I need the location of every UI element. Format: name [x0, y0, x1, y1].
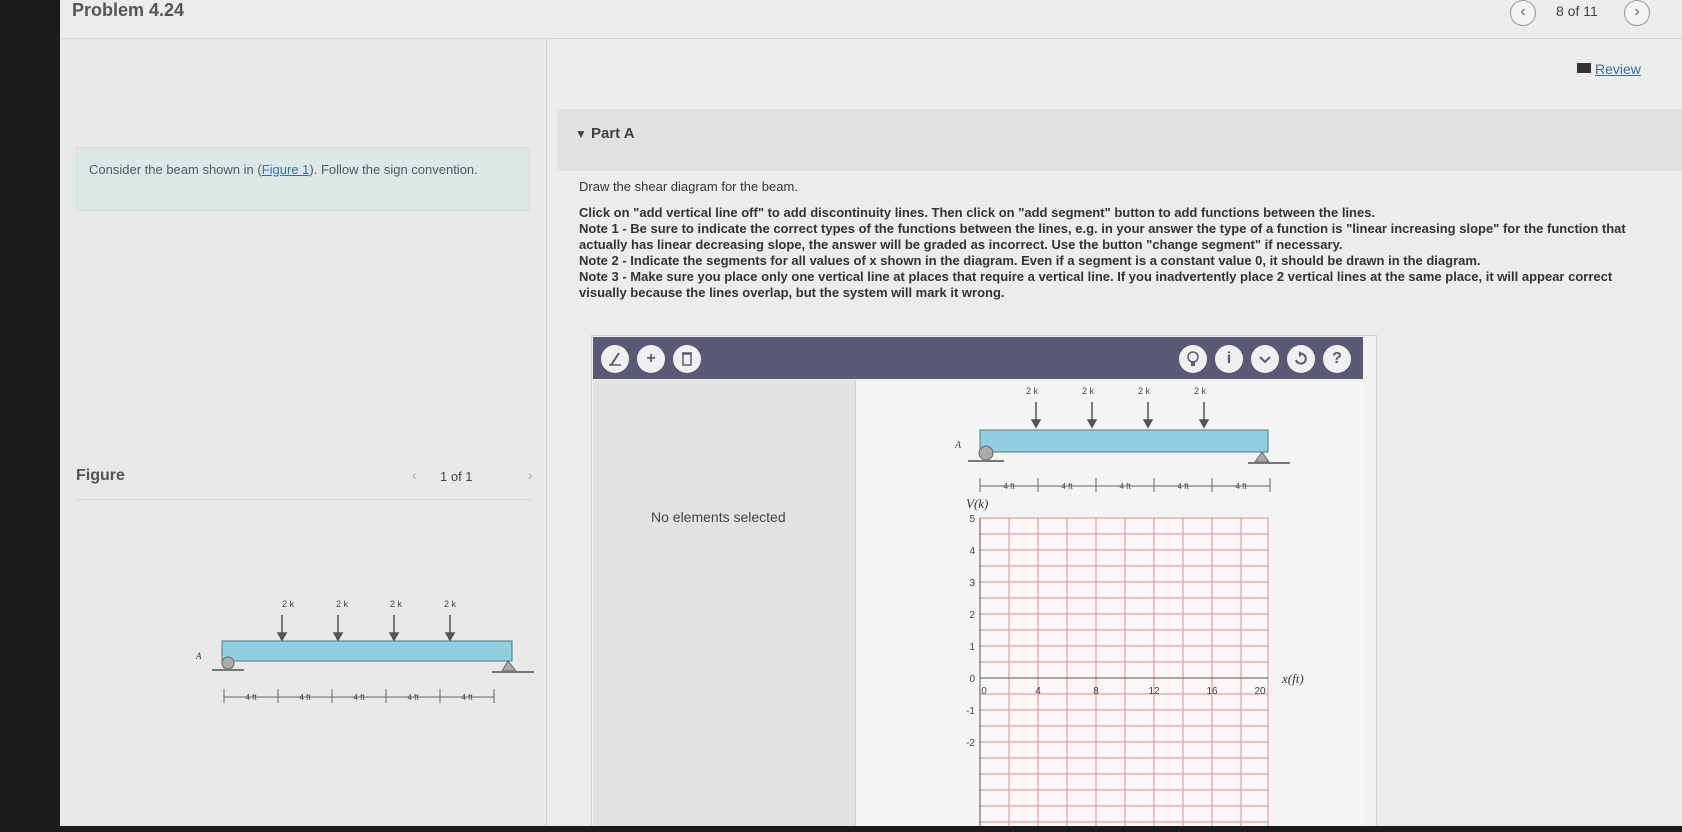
properties-panel: No elements selected: [593, 380, 856, 826]
beam: [979, 429, 1269, 453]
beam: [221, 640, 513, 662]
dropdown-button[interactable]: [1251, 345, 1279, 373]
x-axis-label: x(ft): [1281, 671, 1304, 686]
drawing-tool: + i ? No elements selected 2 k 2 k 2 k 2…: [591, 335, 1377, 826]
reset-icon: [1295, 351, 1307, 365]
load-arrows: [1030, 402, 1210, 429]
support-label: A: [195, 651, 202, 661]
add-vertical-line-button[interactable]: [601, 345, 629, 373]
problem-title: Problem 4.24: [72, 0, 185, 20]
no-elements-text: No elements selected: [651, 509, 786, 525]
figure-header: Figure ‹ 1 of 1 ›: [76, 459, 533, 500]
y-tick-label: 2: [969, 610, 975, 621]
figure-label: Figure: [76, 467, 125, 484]
delete-button[interactable]: [673, 345, 701, 373]
span-label: 4 ft: [461, 693, 473, 702]
x-tick-label: 20: [1254, 686, 1266, 697]
span-label: 4 ft: [245, 693, 257, 702]
part-title: Part A: [591, 125, 635, 142]
span-label: 4 ft: [1177, 482, 1189, 491]
x-tick-label: 0: [981, 686, 987, 697]
load-label: 2 k: [1026, 386, 1039, 396]
intro-text-prefix: Consider the beam shown in (: [89, 162, 262, 177]
y-tick-label: 5: [969, 514, 975, 525]
y-tick-label: 3: [969, 578, 975, 589]
load-label: 2 k: [444, 599, 457, 609]
roller-support: [1254, 451, 1270, 463]
span-label: 4 ft: [1003, 482, 1015, 491]
span-label: 4 ft: [1119, 482, 1131, 491]
hint-button[interactable]: [1179, 345, 1207, 373]
shear-diagram-svg[interactable]: 2 k 2 k 2 k 2 k A 4 ft 4 ft 4 ft 4 ft 4 …: [856, 380, 1364, 826]
beam-figure: 2 k 2 k 2 k 2 k A 4 ft 4 ft 4 ft 4 ft 4 …: [195, 599, 534, 703]
figure-next-button[interactable]: ›: [528, 467, 533, 483]
load-label: 2 k: [390, 599, 403, 609]
x-tick-label: 16: [1206, 686, 1218, 697]
review-link[interactable]: Review: [1595, 61, 1641, 77]
x-tick-label: 4: [1035, 686, 1041, 697]
load-label: 2 k: [1138, 386, 1151, 396]
support-label: A: [954, 440, 962, 451]
y-axis-label: V(k): [966, 496, 988, 511]
left-pane: Consider the beam shown in (Figure 1). F…: [60, 39, 547, 826]
y-tick-label: 1: [969, 642, 975, 653]
figure-count: 1 of 1: [440, 469, 473, 484]
screen: Problem 4.24 ‹ 8 of 11 › Consider the be…: [60, 0, 1682, 826]
span-label: 4 ft: [299, 693, 311, 702]
load-label: 2 k: [1194, 386, 1207, 396]
vertical-line-icon: [609, 352, 621, 366]
instruction-lead: Draw the shear diagram for the beam.: [579, 179, 798, 194]
instruction-note: Note 3 - Make sure you place only one ve…: [579, 269, 1613, 300]
y-tick-label: -1: [966, 706, 975, 717]
diagram-canvas[interactable]: 2 k 2 k 2 k 2 k A 4 ft 4 ft 4 ft 4 ft 4 …: [856, 380, 1364, 826]
instructions: Draw the shear diagram for the beam. Cli…: [579, 179, 1629, 301]
top-bar: Problem 4.24 ‹ 8 of 11 ›: [60, 0, 1682, 39]
pin-support: [978, 445, 994, 461]
instruction-note: Note 2 - Indicate the segments for all v…: [579, 253, 1481, 268]
intro-text-suffix: ). Follow the sign convention.: [309, 162, 478, 177]
x-tick-label: 12: [1148, 686, 1160, 697]
previous-problem-button[interactable]: ‹: [1510, 0, 1536, 26]
span-label: 4 ft: [1235, 482, 1247, 491]
roller-support: [501, 660, 518, 672]
y-tick-label: 4: [969, 546, 975, 557]
load-label: 2 k: [336, 599, 349, 609]
figure-prev-button[interactable]: ‹: [412, 467, 417, 483]
y-tick-label: 0: [969, 674, 975, 685]
right-pane: Review ▼ Part A Draw the shear diagram f…: [547, 39, 1682, 826]
load-label: 2 k: [1082, 386, 1095, 396]
x-tick-label: 8: [1093, 686, 1099, 697]
tool-toolbar: + i ?: [593, 337, 1363, 379]
span-label: 4 ft: [353, 693, 365, 702]
lightbulb-icon: [1187, 351, 1199, 366]
review-icon: [1577, 63, 1591, 73]
figure-link[interactable]: Figure 1: [262, 162, 310, 177]
grid-background: [980, 518, 1268, 826]
span-label: 4 ft: [1061, 482, 1073, 491]
span-label: 4 ft: [407, 693, 419, 702]
help-button[interactable]: ?: [1323, 345, 1351, 373]
load-label: 2 k: [282, 599, 295, 609]
instruction-line: Click on "add vertical line off" to add …: [579, 205, 1376, 220]
page-counter: 8 of 11: [1556, 3, 1598, 19]
add-segment-button[interactable]: +: [637, 345, 665, 373]
intro-box: Consider the beam shown in (Figure 1). F…: [76, 147, 530, 211]
trash-icon: [682, 352, 692, 366]
info-button[interactable]: i: [1215, 345, 1243, 373]
load-arrows: [276, 615, 456, 642]
y-tick-label: -2: [966, 738, 975, 749]
chevron-down-icon: [1259, 356, 1271, 364]
reset-button[interactable]: [1287, 345, 1315, 373]
pin-support: [221, 656, 235, 670]
part-a-header[interactable]: ▼ Part A: [557, 109, 1682, 171]
instruction-note: Note 1 - Be sure to indicate the correct…: [579, 221, 1626, 252]
caret-down-icon: ▼: [575, 127, 587, 141]
next-problem-button[interactable]: ›: [1624, 0, 1650, 26]
